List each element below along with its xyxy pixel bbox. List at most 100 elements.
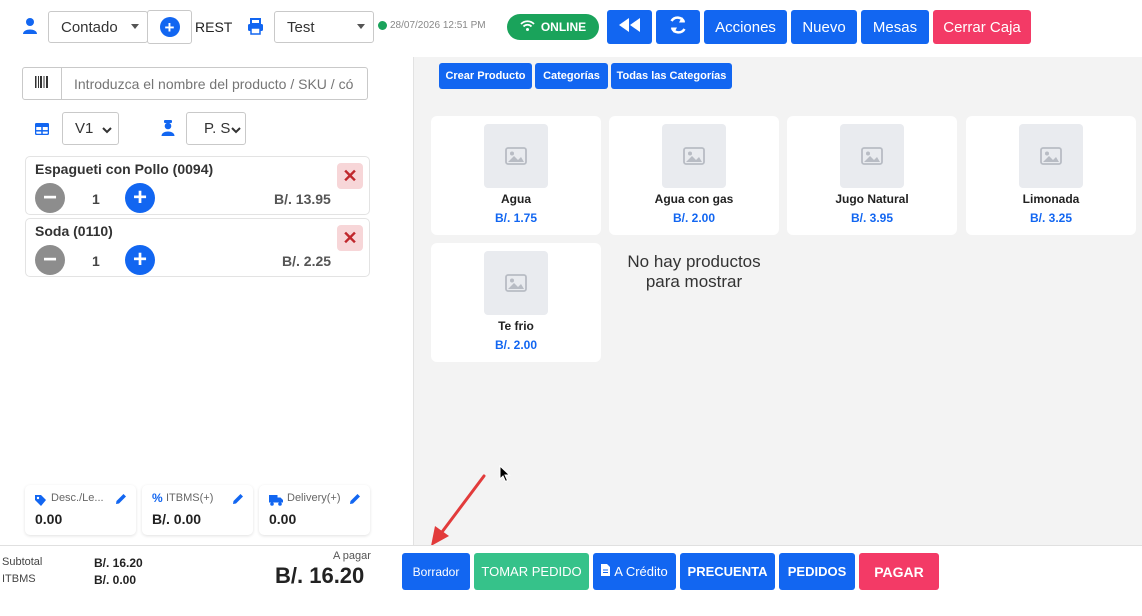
chevron-down-icon <box>102 122 112 139</box>
increase-qty-button[interactable]: + <box>125 183 155 213</box>
percent-icon: % <box>152 491 163 505</box>
product-card[interactable]: Agua B/. 1.75 <box>431 116 601 235</box>
wifi-icon <box>520 20 535 34</box>
image-placeholder-icon <box>484 124 548 188</box>
timestamp: 28/07/2026 12:51 PM <box>390 20 486 31</box>
to-pay-value: B/. 16.20 <box>275 563 365 588</box>
product-card[interactable]: Jugo Natural B/. 3.95 <box>787 116 957 235</box>
cart-item: Soda (0110) − 1 + B/. 2.25 ✕ <box>25 218 370 277</box>
price-list-select[interactable]: P. So <box>186 112 246 145</box>
take-order-button[interactable]: TOMAR PEDIDO <box>474 553 589 590</box>
refresh-icon <box>668 15 688 39</box>
product-search-input[interactable] <box>61 67 368 100</box>
itbms-card[interactable]: % ITBMS(+) B/. 0.00 <box>142 485 253 535</box>
product-name: Limonada <box>1022 192 1080 206</box>
table-grid-icon <box>34 122 50 140</box>
all-categories-button[interactable]: Todas las Categorías <box>611 63 732 89</box>
pay-button[interactable]: PAGAR <box>859 553 939 590</box>
image-placeholder-icon <box>1019 124 1083 188</box>
close-icon: ✕ <box>342 165 358 186</box>
product-price: B/. 1.75 <box>494 211 538 225</box>
to-pay-label: A pagar <box>333 550 371 562</box>
delivery-label: Delivery(+) <box>287 492 341 504</box>
actions-button[interactable]: Acciones <box>704 10 787 44</box>
image-placeholder-icon <box>484 251 548 315</box>
product-price: B/. 2.00 <box>672 211 716 225</box>
product-price: B/. 2.00 <box>494 338 538 352</box>
product-card[interactable]: Te frio B/. 2.00 <box>431 243 601 362</box>
waiter-icon <box>161 120 175 141</box>
cart-item-price: B/. 2.25 <box>282 253 332 269</box>
create-product-button[interactable]: Crear Producto <box>439 63 532 89</box>
cart-item-name: Soda (0110) <box>35 223 113 239</box>
discount-label: Desc./Le... <box>51 492 104 504</box>
close-cash-button[interactable]: Cerrar Caja <box>933 10 1031 44</box>
cart-item-qty: 1 <box>92 253 100 269</box>
discount-value: 0.00 <box>35 511 63 527</box>
payment-type-select[interactable]: Contado <box>48 11 148 43</box>
close-icon: ✕ <box>342 227 358 248</box>
delivery-card[interactable]: Delivery(+) 0.00 <box>259 485 370 535</box>
barcode-icon <box>35 75 49 93</box>
user-icon <box>22 17 38 40</box>
cart-item: Espagueti con Pollo (0094) − 1 + B/. 13.… <box>25 156 370 215</box>
rewind-button[interactable] <box>607 10 652 44</box>
product-name: Agua con gas <box>654 192 734 206</box>
cart-item-name: Espagueti con Pollo (0094) <box>35 161 214 177</box>
product-price: B/. 3.25 <box>1029 211 1073 225</box>
cart-item-price: B/. 13.95 <box>274 191 331 207</box>
product-card[interactable]: Agua con gas B/. 2.00 <box>609 116 779 235</box>
increase-qty-button[interactable]: + <box>125 245 155 275</box>
itbms-label: ITBMS(+) <box>166 492 214 504</box>
tables-button[interactable]: Mesas <box>861 10 929 44</box>
plus-circle-icon: + <box>159 17 180 37</box>
draft-button[interactable]: Borrador <box>402 553 470 590</box>
table-select[interactable]: V1 <box>62 112 119 145</box>
truck-icon <box>269 493 283 511</box>
product-card[interactable]: Limonada B/. 3.25 <box>966 116 1136 235</box>
chevron-down-icon <box>231 122 241 139</box>
bottom-bar: Subtotal B/. 16.20 ITBMS B/. 0.00 A paga… <box>0 545 1142 616</box>
document-icon <box>601 564 611 579</box>
image-placeholder-icon <box>840 124 904 188</box>
pre-bill-button[interactable]: PRECUENTA <box>680 553 775 590</box>
annotation-arrow <box>431 474 486 546</box>
decrease-qty-button[interactable]: − <box>35 183 65 213</box>
barcode-button[interactable] <box>22 67 62 100</box>
refresh-button[interactable] <box>656 10 700 44</box>
itbms-value: B/. 0.00 <box>152 511 202 527</box>
rewind-icon <box>618 18 641 36</box>
top-bar: Contado + REST Test 28/07/2026 12:51 PM … <box>0 0 1142 57</box>
new-button[interactable]: Nuevo <box>791 10 857 44</box>
product-name: Jugo Natural <box>835 192 909 206</box>
cart-item-qty: 1 <box>92 191 100 207</box>
image-placeholder-icon <box>662 124 726 188</box>
empty-products-message: No hay productos para mostrar <box>627 252 761 291</box>
credit-button[interactable]: A Crédito <box>593 553 676 590</box>
orders-button[interactable]: PEDIDOS <box>779 553 855 590</box>
subtotal-label: Subtotal <box>2 556 43 568</box>
printer-icon <box>247 18 264 40</box>
clock-icon <box>378 21 387 30</box>
subtotal-value: B/. 16.20 <box>94 556 143 570</box>
cart-pane: V1 P. So Espagueti con Pollo (0094) − 1 … <box>0 57 413 545</box>
online-status-badge: ONLINE <box>507 14 599 40</box>
delivery-value: 0.00 <box>269 511 297 527</box>
product-name: Te frio <box>498 319 534 333</box>
pencil-icon[interactable] <box>349 492 361 510</box>
discount-card[interactable]: Desc./Le... 0.00 <box>25 485 136 535</box>
pencil-icon[interactable] <box>115 492 127 510</box>
decrease-qty-button[interactable]: − <box>35 245 65 275</box>
remove-item-button[interactable]: ✕ <box>337 163 363 189</box>
product-price: B/. 3.95 <box>850 211 894 225</box>
itbms-total-value: B/. 0.00 <box>94 573 137 587</box>
product-name: Agua <box>501 192 531 206</box>
itbms-total-label: ITBMS <box>2 573 36 585</box>
printer-select[interactable]: Test <box>274 11 374 43</box>
pencil-icon[interactable] <box>232 492 244 510</box>
remove-item-button[interactable]: ✕ <box>337 225 363 251</box>
tag-icon <box>35 493 46 511</box>
mode-label: REST <box>195 19 233 35</box>
categories-button[interactable]: Categorías <box>535 63 608 89</box>
add-customer-button[interactable]: + <box>147 10 192 44</box>
